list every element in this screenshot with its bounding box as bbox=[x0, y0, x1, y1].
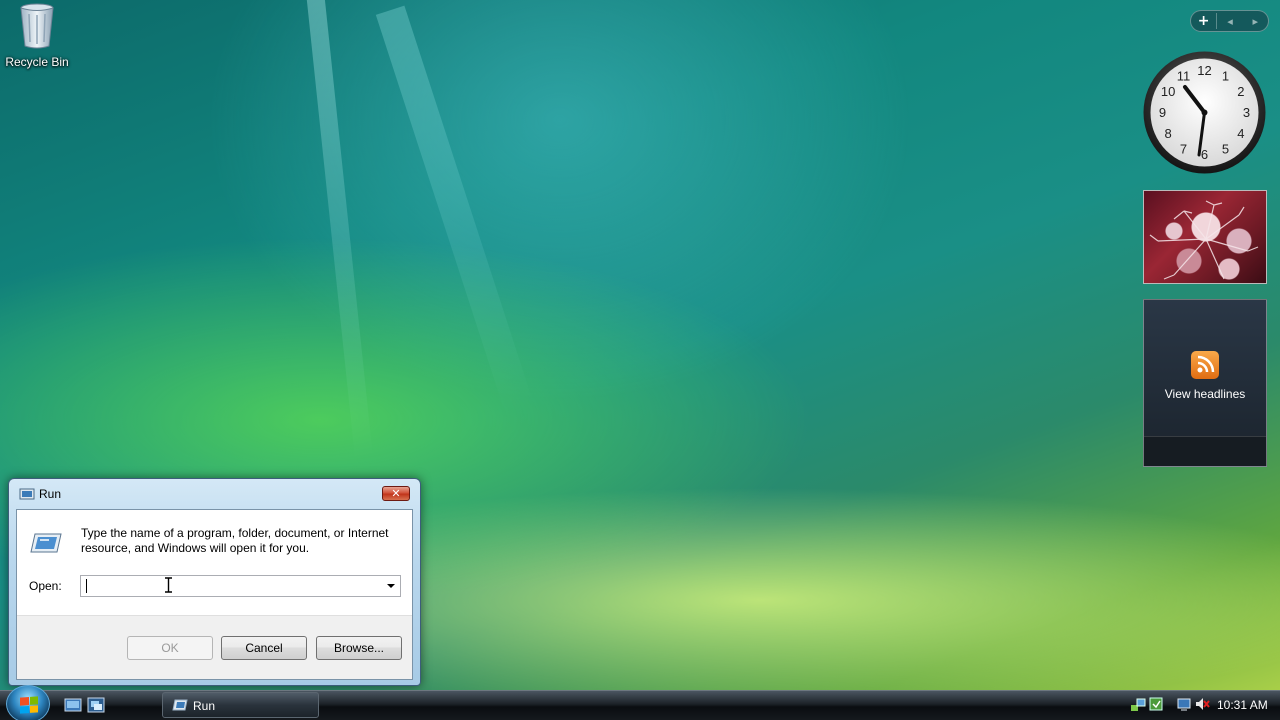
start-button[interactable] bbox=[6, 685, 50, 720]
recycle-bin-icon bbox=[20, 3, 54, 49]
sidebar-controls: + ◂ ▸ bbox=[1190, 10, 1269, 32]
rss-icon bbox=[1191, 351, 1219, 379]
wallpaper-light-streak bbox=[304, 0, 374, 460]
network-icon[interactable] bbox=[1130, 696, 1146, 712]
power-icon[interactable] bbox=[1176, 696, 1192, 712]
system-tray: 10:31 AM bbox=[1126, 692, 1280, 718]
sidebar-prev-button[interactable]: ◂ bbox=[1217, 15, 1242, 28]
slideshow-image bbox=[1149, 200, 1259, 280]
taskbar-item-run[interactable]: Run bbox=[162, 692, 319, 718]
taskbar-clock[interactable]: 10:31 AM bbox=[1217, 698, 1268, 712]
open-label: Open: bbox=[29, 579, 62, 593]
clock-numeral: 10 bbox=[1161, 84, 1175, 99]
text-caret bbox=[86, 579, 87, 593]
clock-numeral: 2 bbox=[1237, 84, 1244, 99]
clock-numeral: 3 bbox=[1243, 105, 1250, 120]
clock-numeral: 12 bbox=[1197, 63, 1211, 78]
clock-numeral: 5 bbox=[1222, 141, 1229, 156]
run-icon bbox=[172, 699, 188, 711]
switch-windows-icon[interactable] bbox=[87, 697, 105, 713]
ok-button[interactable]: OK bbox=[127, 636, 213, 660]
sidebar-next-button[interactable]: ▸ bbox=[1243, 15, 1268, 28]
cancel-button[interactable]: Cancel bbox=[221, 636, 307, 660]
desktop-icon-label: Recycle Bin bbox=[5, 55, 69, 69]
run-client-area: Type the name of a program, folder, docu… bbox=[16, 509, 413, 680]
clock-numeral: 6 bbox=[1201, 147, 1208, 162]
open-combobox[interactable] bbox=[80, 575, 401, 597]
open-input[interactable] bbox=[85, 578, 375, 594]
run-description: Type the name of a program, folder, docu… bbox=[81, 526, 389, 555]
feed-headlines-gadget[interactable]: View headlines bbox=[1143, 299, 1267, 467]
windows-logo-icon bbox=[20, 696, 38, 714]
chevron-down-icon[interactable] bbox=[383, 576, 400, 596]
taskbar-item-label: Run bbox=[193, 699, 216, 713]
clock-numeral: 9 bbox=[1159, 105, 1166, 120]
desktop-icon-recycle-bin[interactable]: Recycle Bin bbox=[4, 2, 70, 69]
clock-numeral: 4 bbox=[1237, 126, 1244, 141]
add-gadget-button[interactable]: + bbox=[1191, 13, 1218, 29]
clock-numeral: 1 bbox=[1222, 69, 1229, 84]
ibeam-cursor-icon bbox=[165, 577, 172, 593]
wallpaper-light-streak bbox=[375, 5, 535, 415]
clock-numeral: 8 bbox=[1164, 126, 1171, 141]
view-headlines-link[interactable]: View headlines bbox=[1144, 387, 1266, 401]
run-title: Run bbox=[39, 487, 62, 501]
close-button[interactable]: ✕ bbox=[382, 486, 410, 501]
run-program-icon bbox=[30, 533, 62, 553]
run-icon bbox=[19, 488, 35, 500]
run-dialog: Run ✕ Type the name of a program, folder… bbox=[8, 478, 421, 686]
feed-gadget-footer bbox=[1144, 436, 1266, 466]
windows-defender-icon[interactable] bbox=[1148, 696, 1164, 712]
slideshow-gadget[interactable] bbox=[1143, 190, 1267, 284]
clock-numeral: 7 bbox=[1180, 141, 1187, 156]
show-desktop-icon[interactable] bbox=[64, 697, 82, 713]
clock-gadget[interactable]: 12 12 3 45678 9 1011 bbox=[1142, 50, 1267, 175]
clock-numeral: 11 bbox=[1177, 69, 1191, 84]
run-titlebar[interactable]: Run ✕ bbox=[9, 479, 420, 509]
browse-button[interactable]: Browse... bbox=[316, 636, 402, 660]
volume-muted-icon[interactable] bbox=[1194, 696, 1210, 712]
